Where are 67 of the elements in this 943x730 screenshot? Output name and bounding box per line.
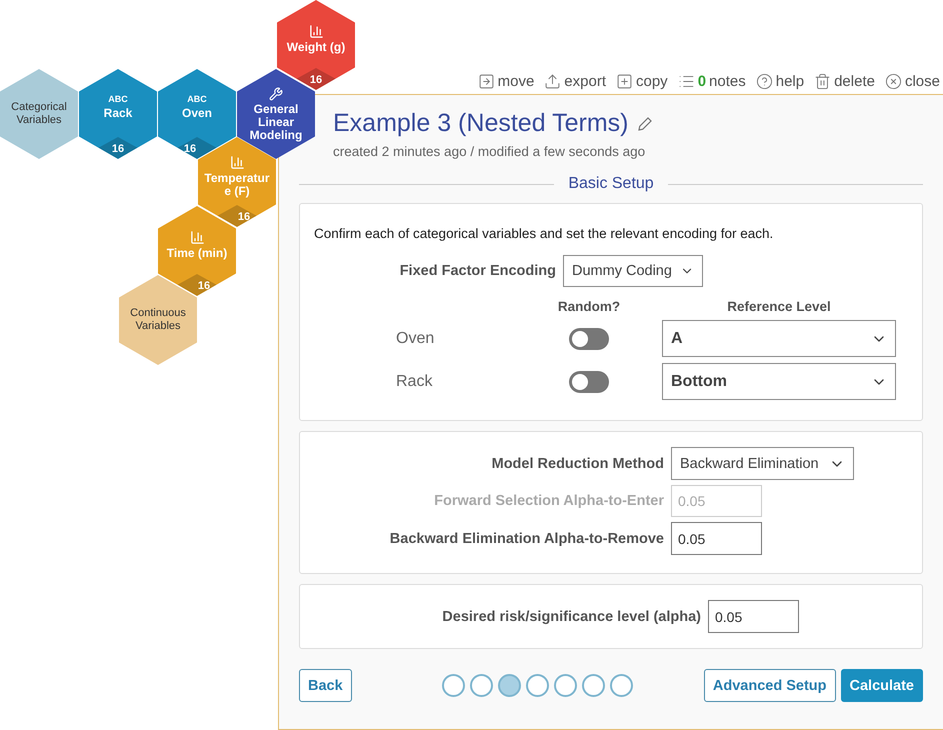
- node-label: Time (min): [166, 247, 228, 260]
- input-field[interactable]: 0.05: [708, 600, 799, 633]
- group-node[interactable]: Continuous Variables: [119, 275, 197, 365]
- input-field[interactable]: 0.05: [671, 522, 762, 555]
- close-icon: [884, 72, 902, 90]
- node-count: 16: [196, 280, 212, 292]
- variable-name: Rack: [396, 372, 434, 390]
- variable-node[interactable]: Weight (g) 16: [277, 0, 355, 90]
- toolbar-button[interactable]: help: [756, 72, 804, 90]
- variable-node[interactable]: ABC Rack 16: [79, 69, 157, 159]
- step-dot[interactable]: [610, 674, 633, 697]
- column-header: Random?: [556, 299, 622, 314]
- step-dot[interactable]: [498, 674, 521, 697]
- advanced-setup-button[interactable]: Advanced Setup: [704, 669, 836, 702]
- type-label: ABC: [187, 94, 207, 104]
- variable-name: Oven: [396, 330, 436, 348]
- section-title: Basic Setup: [568, 175, 654, 193]
- step-dot[interactable]: [442, 674, 465, 697]
- pencil-icon[interactable]: [636, 114, 654, 132]
- field-label: Model Reduction Method: [490, 456, 664, 472]
- encoding-select[interactable]: Dummy Coding: [563, 255, 703, 287]
- node-count: 16: [236, 211, 252, 223]
- node-label: Weight (g): [286, 41, 346, 54]
- node-label: Temperatur e (F): [203, 172, 271, 198]
- field-label: Backward Elimination Alpha-to-Remove: [388, 530, 664, 546]
- instruction-text: Confirm each of categorical variables and set the relevant encoding for each.: [314, 226, 774, 241]
- variable-node[interactable]: ABC Oven 16: [158, 69, 236, 159]
- type-label: ABC: [108, 94, 128, 104]
- node-label: Continuous Variables: [129, 307, 187, 333]
- field-label: Fixed Factor Encoding: [398, 263, 556, 279]
- upload-icon: [544, 72, 562, 90]
- field-label: Forward Selection Alpha-to-Enter: [433, 493, 664, 509]
- calculate-button[interactable]: Calculate: [840, 669, 923, 702]
- trash-icon: [814, 72, 832, 90]
- group-node[interactable]: Categorical Variables: [0, 69, 78, 159]
- method-select[interactable]: Backward Elimination: [671, 447, 854, 480]
- toolbar-button[interactable]: delete: [814, 72, 875, 90]
- reference-select[interactable]: A: [662, 320, 896, 357]
- node-count: 16: [182, 143, 198, 155]
- reference-select[interactable]: Bottom: [662, 363, 896, 400]
- chart-icon: [190, 230, 204, 245]
- step-dot[interactable]: [554, 674, 577, 697]
- wrench-icon: [269, 86, 283, 100]
- toolbar-button[interactable]: copy: [616, 72, 668, 90]
- toolbar-button[interactable]: 0 notes: [678, 72, 746, 90]
- back-button[interactable]: Back: [299, 669, 352, 702]
- node-label: Oven: [180, 107, 213, 120]
- arrow-box-icon: [478, 72, 495, 90]
- step-dot[interactable]: [582, 674, 605, 697]
- chart-icon: [308, 24, 324, 39]
- chart-icon: [230, 154, 244, 170]
- node-label: Categorical Variables: [10, 101, 68, 127]
- plus-box-icon: [616, 72, 633, 90]
- step-dot[interactable]: [526, 674, 549, 697]
- timestamp-text: created 2 minutes ago / modified a few seconds ago: [332, 144, 646, 159]
- random-toggle[interactable]: [569, 328, 609, 350]
- help-icon: [756, 72, 773, 90]
- field-label: Desired risk/significance level (alpha): [441, 608, 701, 624]
- node-label: Rack: [102, 107, 134, 120]
- node-count: 16: [110, 143, 126, 155]
- random-toggle[interactable]: [569, 370, 609, 392]
- toolbar-button[interactable]: close: [884, 72, 940, 90]
- toolbar-button[interactable]: export: [544, 72, 606, 90]
- toolbar-button[interactable]: move: [478, 72, 534, 90]
- step-dot[interactable]: [470, 674, 493, 697]
- analysis-title: Example 3 (Nested Terms): [333, 109, 628, 138]
- column-header: Reference Level: [726, 299, 832, 314]
